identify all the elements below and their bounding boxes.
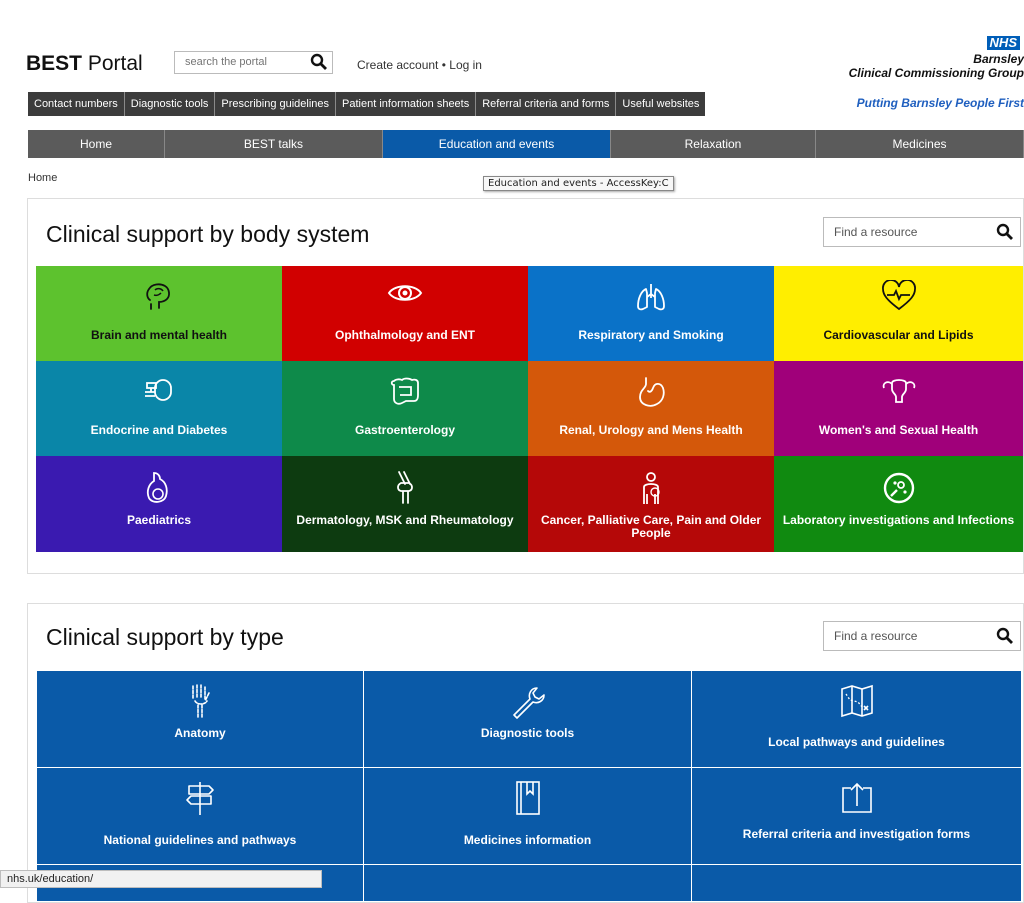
utility-link-patient-information-sheets[interactable]: Patient information sheets <box>336 92 477 116</box>
type-tile-partial[interactable] <box>364 865 692 901</box>
type-tile-label: Local pathways and guidelines <box>768 735 945 749</box>
body-tile-label: Renal, Urology and Mens Health <box>559 423 743 437</box>
skeleton-hand-icon <box>37 683 363 718</box>
body-tile-cardiovascular-and-lipids[interactable]: Cardiovascular and Lipids <box>774 266 1023 361</box>
body-tile-brain-and-mental-health[interactable]: Brain and mental health <box>36 266 282 361</box>
type-tile-anatomy[interactable]: Anatomy <box>37 671 364 768</box>
nav-education-and-events[interactable]: Education and events <box>383 130 611 158</box>
utility-link-referral-criteria-and-forms[interactable]: Referral criteria and forms <box>476 92 617 116</box>
nav-medicines[interactable]: Medicines <box>816 130 1024 158</box>
type-tile-label: Referral criteria and investigation form… <box>742 827 971 841</box>
utility-nav: Contact numbers Diagnostic tools Prescribi… <box>28 92 706 116</box>
uterus-icon <box>774 375 1023 409</box>
body-tile-endocrine-and-diabetes[interactable]: Endocrine and Diabetes <box>36 361 282 456</box>
upload-icon <box>692 780 1021 814</box>
body-tile-label: Cardiovascular and Lipids <box>823 328 974 342</box>
portal-search-input[interactable] <box>175 52 305 72</box>
main-nav: Home BEST talks Education and events Relaxa… <box>28 130 1024 158</box>
by-type-title: Clinical support by type <box>46 624 284 650</box>
search-icon[interactable] <box>996 627 1014 655</box>
brain-icon <box>36 280 282 314</box>
signpost-icon <box>37 780 363 815</box>
utility-link-useful-websites[interactable]: Useful websites <box>616 92 705 116</box>
microbe-icon <box>774 470 1023 504</box>
body-tile-paediatrics[interactable]: Paediatrics <box>36 456 282 552</box>
utility-link-prescribing-guidelines[interactable]: Prescribing guidelines <box>215 92 337 116</box>
org-name-line1: Barnsley <box>973 52 1024 66</box>
person-icon <box>528 470 774 504</box>
site-logo[interactable]: BEST Portal <box>26 52 143 76</box>
account-links: Create account • Log in <box>357 58 482 72</box>
type-tile-diagnostic-tools[interactable]: Diagnostic tools <box>364 671 692 768</box>
nav-best-talks[interactable]: BEST talks <box>165 130 383 158</box>
search-icon[interactable] <box>996 223 1014 251</box>
eye-icon <box>282 280 528 314</box>
login-link[interactable]: Log in <box>449 58 482 72</box>
nav-relaxation[interactable]: Relaxation <box>611 130 816 158</box>
type-tile-medicines-information[interactable]: Medicines information <box>364 768 692 865</box>
body-tile-label: Gastroenterology <box>354 423 456 437</box>
lungs-icon <box>528 280 774 314</box>
body-tile-label: Cancer, Palliative Care, Pain and Older … <box>540 513 762 540</box>
utility-link-contact-numbers[interactable]: Contact numbers <box>28 92 125 116</box>
pump-icon <box>36 375 282 409</box>
body-tile-renal-urology-and-mens-health[interactable]: Renal, Urology and Mens Health <box>528 361 774 456</box>
body-tile-ophthalmology-and-ent[interactable]: Ophthalmology and ENT <box>282 266 528 361</box>
body-system-grid: Brain and mental health Ophthalmology and… <box>36 266 1023 552</box>
heart-icon <box>774 280 1023 314</box>
type-tile-national-guidelines-and-pathways[interactable]: National guidelines and pathways <box>37 768 364 865</box>
book-icon <box>364 780 691 815</box>
body-system-title: Clinical support by body system <box>46 221 370 247</box>
body-tile-label: Paediatrics <box>126 513 192 527</box>
org-tagline: Putting Barnsley People First <box>856 96 1024 110</box>
body-tile-women-s-and-sexual-health[interactable]: Women's and Sexual Health <box>774 361 1023 456</box>
body-tile-label: Women's and Sexual Health <box>818 423 979 437</box>
create-account-link[interactable]: Create account <box>357 58 438 72</box>
org-name-line2: Clinical Commissioning Group <box>848 66 1024 80</box>
type-tile-label: Anatomy <box>174 726 226 740</box>
body-tile-gastroenterology[interactable]: Gastroenterology <box>282 361 528 456</box>
status-bar-url: nhs.uk/education/ <box>0 870 322 888</box>
body-tile-respiratory-and-smoking[interactable]: Respiratory and Smoking <box>528 266 774 361</box>
knee-icon <box>282 470 528 504</box>
search-icon[interactable] <box>310 53 328 76</box>
by-type-grid: Anatomy Diagnostic tools Local pathways an… <box>37 671 1022 901</box>
stomach-icon <box>528 375 774 409</box>
body-tile-laboratory-investigations-and-infections[interactable]: Laboratory investigations and Infections <box>774 456 1023 552</box>
body-tile-label: Ophthalmology and ENT <box>335 328 475 342</box>
accesskey-tooltip: Education and events - AccessKey:C <box>483 176 674 191</box>
body-system-panel: Clinical support by body system Find a r… <box>27 198 1024 574</box>
nhs-logo: NHS <box>986 36 1020 50</box>
map-icon <box>692 683 1021 718</box>
type-tile-label: National guidelines and pathways <box>103 833 297 847</box>
portal-search <box>174 51 333 74</box>
by-type-panel: Clinical support by type Find a resource… <box>27 603 1024 903</box>
nav-home[interactable]: Home <box>28 130 165 158</box>
utility-link-diagnostic-tools[interactable]: Diagnostic tools <box>125 92 216 116</box>
body-system-find-input[interactable]: Find a resource <box>823 217 1021 247</box>
body-tile-label: Endocrine and Diabetes <box>90 423 228 437</box>
body-tile-dermatology-msk-and-rheumatology[interactable]: Dermatology, MSK and Rheumatology <box>282 456 528 552</box>
type-tile-partial[interactable] <box>692 865 1022 901</box>
intestine-icon <box>282 375 528 409</box>
type-tile-local-pathways-and-guidelines[interactable]: Local pathways and guidelines <box>692 671 1022 768</box>
type-tile-referral-criteria-and-investigation-forms[interactable]: Referral criteria and investigation form… <box>692 768 1022 865</box>
body-tile-cancer-palliative-care-pain-and-older-people[interactable]: Cancer, Palliative Care, Pain and Older … <box>528 456 774 552</box>
breadcrumb[interactable]: Home <box>28 172 57 184</box>
body-tile-label: Dermatology, MSK and Rheumatology <box>296 513 514 527</box>
type-tile-label: Medicines information <box>463 833 592 847</box>
by-type-find-input[interactable]: Find a resource <box>823 621 1021 651</box>
baby-icon <box>36 470 282 504</box>
body-tile-label: Laboratory investigations and Infections <box>782 513 1015 527</box>
body-tile-label: Respiratory and Smoking <box>578 328 724 342</box>
body-tile-label: Brain and mental health <box>90 328 228 342</box>
type-tile-label: Diagnostic tools <box>480 726 575 740</box>
wrench-icon <box>364 683 691 719</box>
